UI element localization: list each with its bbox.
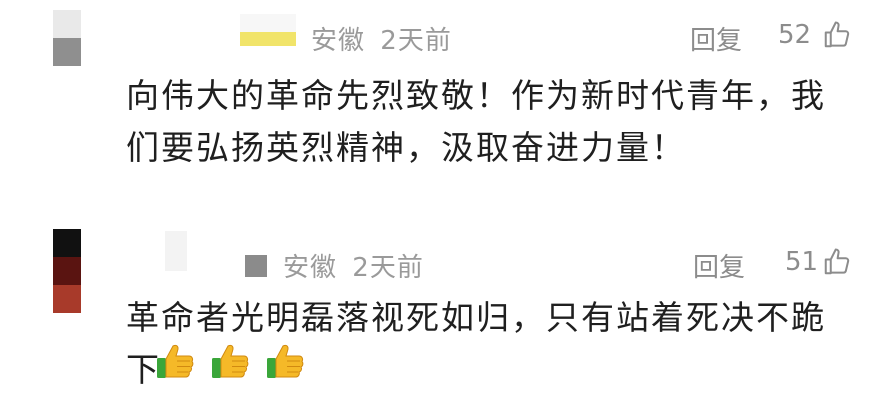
reply-button[interactable]: 回复 <box>693 247 745 284</box>
comment-meta: 安徽 2天前 <box>283 247 424 284</box>
reply-button[interactable]: 回复 <box>690 20 742 57</box>
emoji-row <box>155 341 305 381</box>
name-pixel <box>165 231 187 271</box>
comment-text: 向伟大的革命先烈致敬！作为新时代青年，我们要弘扬英烈精神，汲取奋进力量！ <box>126 76 826 167</box>
avatar-pixel <box>53 10 81 38</box>
thumbs-up-icon <box>267 344 304 378</box>
comment-item: 安徽 2天前 回复 52 向伟大的革命先烈致敬！作为新时代青年，我们要弘扬英烈精… <box>0 0 880 200</box>
timestamp: 2天前 <box>380 26 452 56</box>
comment-meta: 安徽 2天前 <box>311 20 452 57</box>
avatar-pixel <box>53 38 81 66</box>
like-count: 51 <box>785 247 819 277</box>
name-pixel <box>245 255 267 277</box>
thumbs-up-icon <box>212 344 249 378</box>
like-icon[interactable] <box>822 20 852 50</box>
comment-item: 安徽 2天前 回复 51 革命者光明磊落视死如归，只有站着死决不跪下 <box>0 212 880 418</box>
like-icon[interactable] <box>822 247 852 277</box>
name-pixel <box>240 14 296 32</box>
name-pixel <box>240 32 296 46</box>
avatar-pixel <box>53 257 81 285</box>
like-count: 52 <box>778 20 812 50</box>
timestamp: 2天前 <box>352 253 424 283</box>
location: 安徽 <box>283 253 338 283</box>
avatar-pixel <box>53 285 81 313</box>
avatar-pixel <box>53 229 81 257</box>
location: 安徽 <box>311 26 366 56</box>
thumbs-up-icon <box>157 344 194 378</box>
